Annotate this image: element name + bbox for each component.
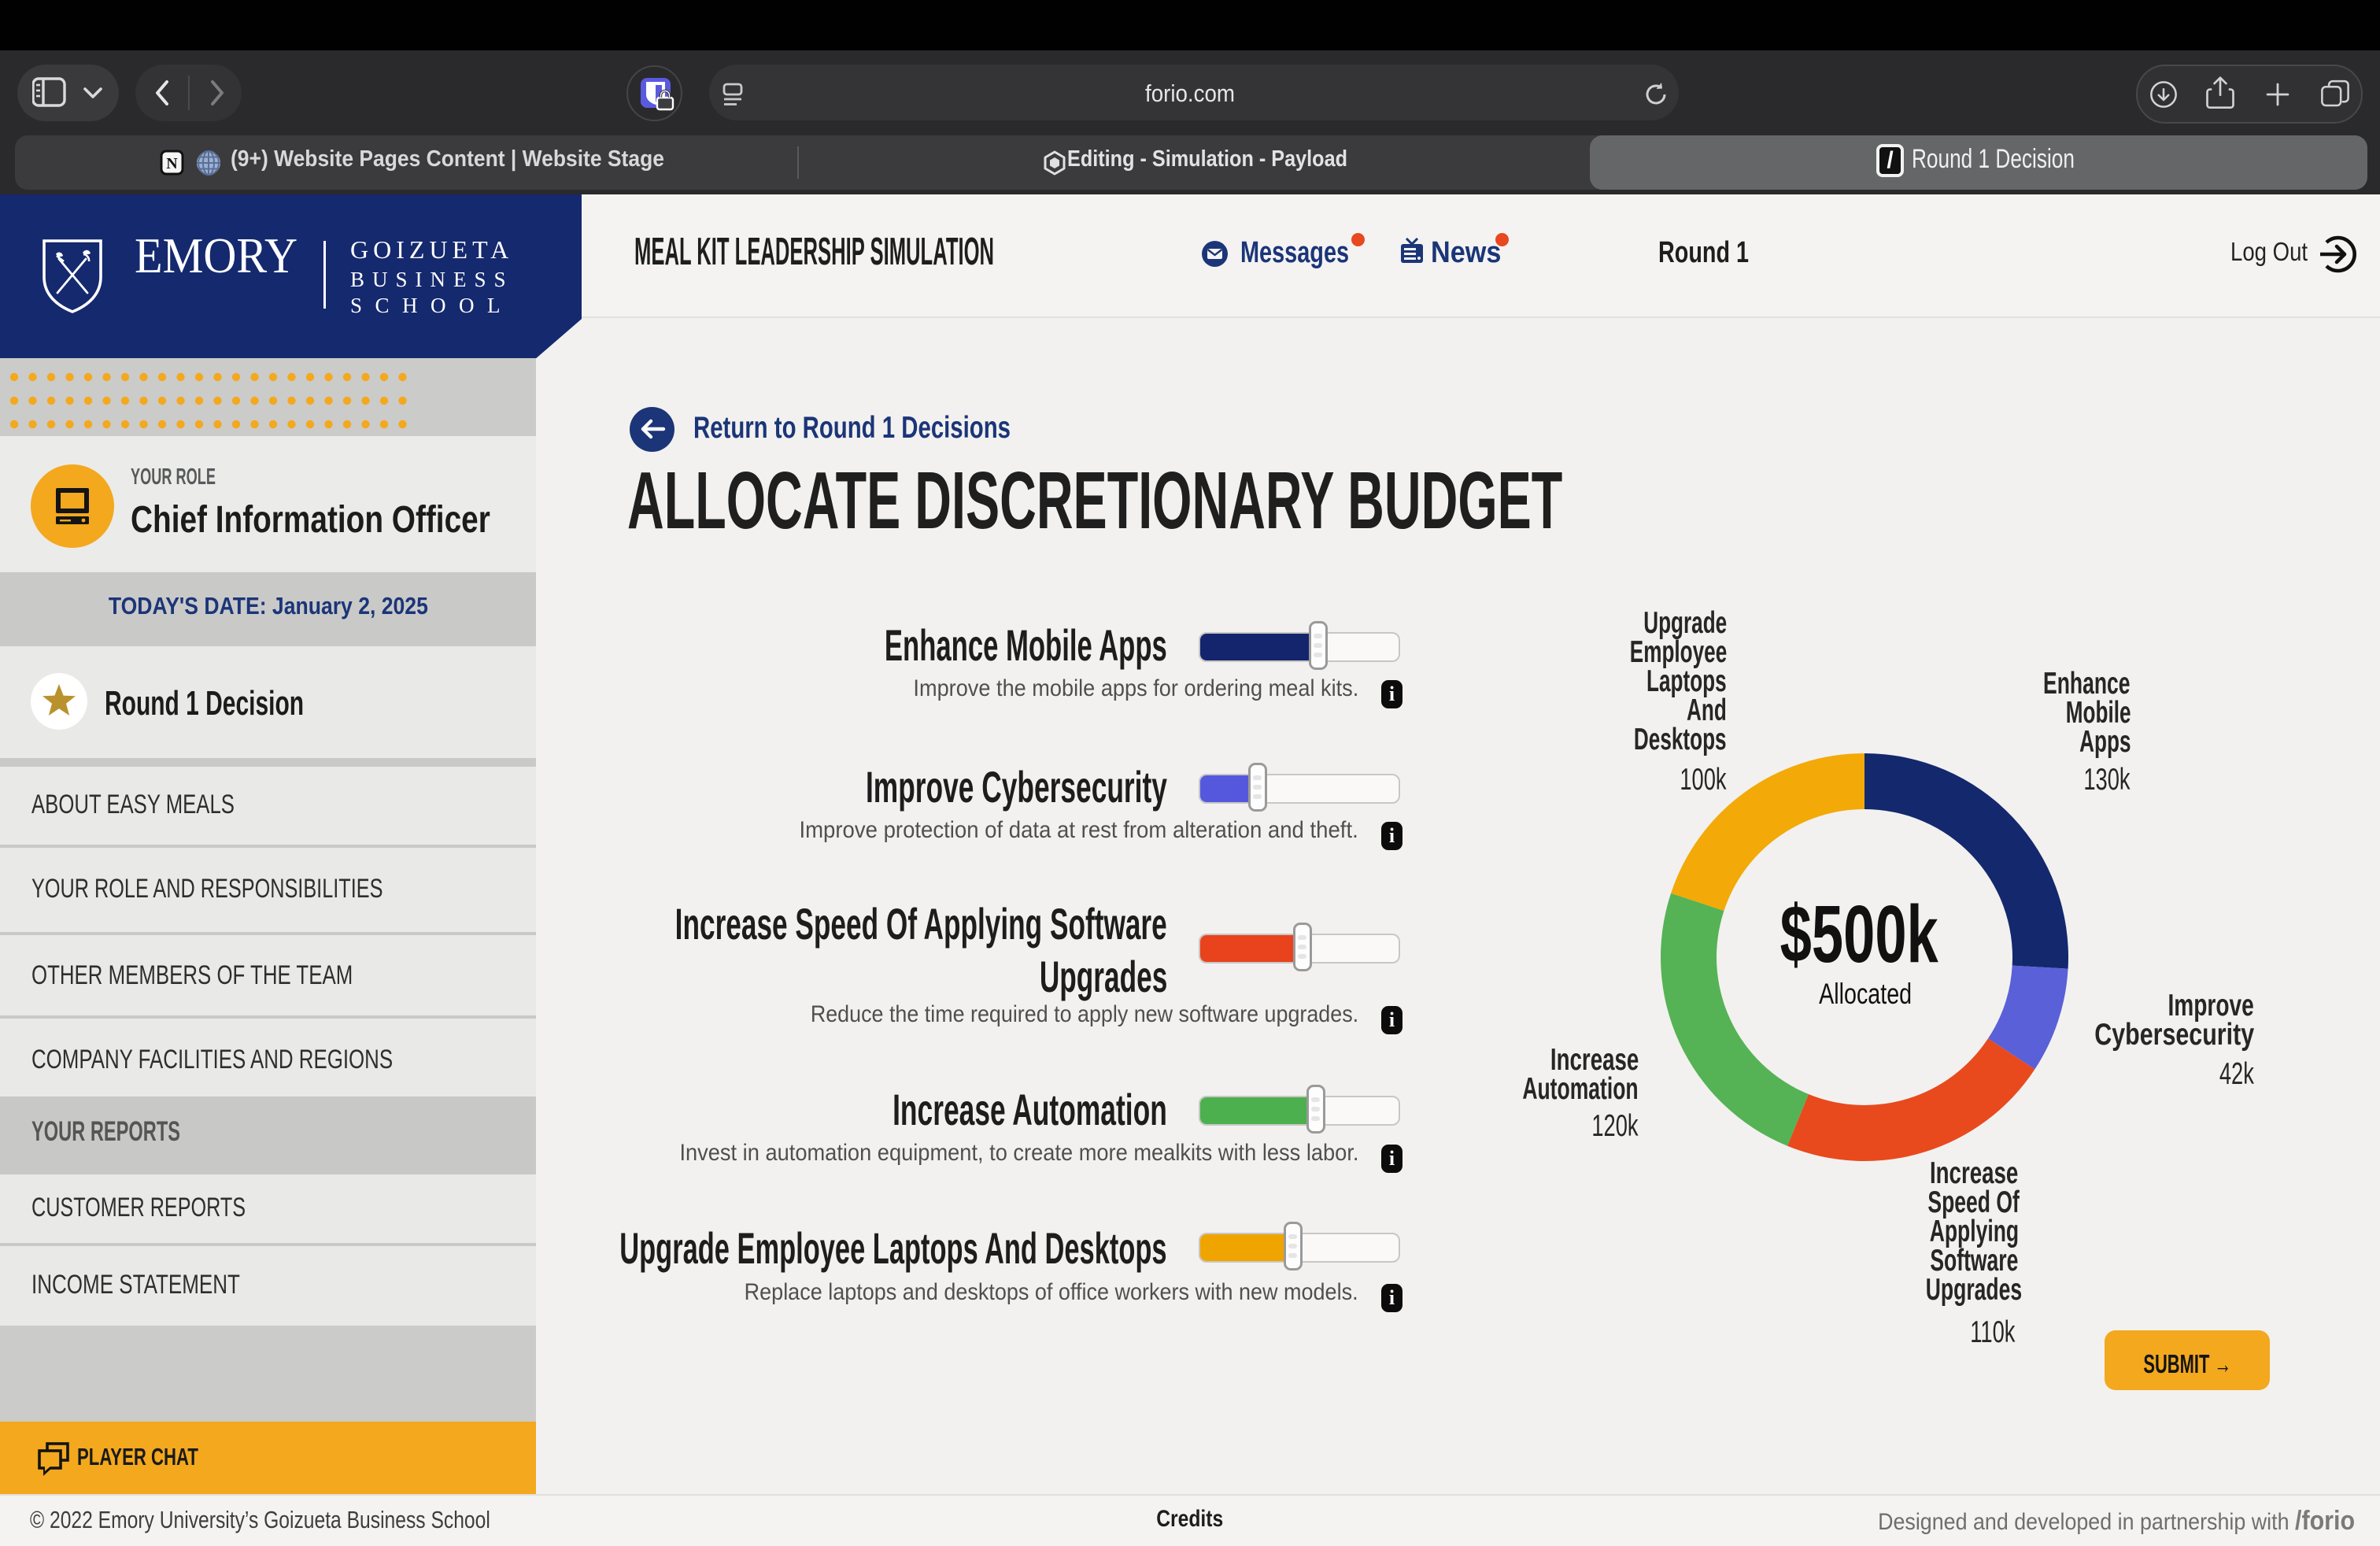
svg-text:N: N — [166, 155, 178, 172]
